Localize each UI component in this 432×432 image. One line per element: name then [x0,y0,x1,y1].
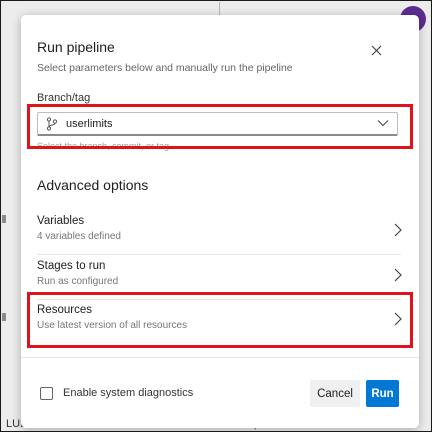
variables-label: Variables [37,215,85,227]
variables-option[interactable]: Variables 4 variables defined [21,211,419,257]
chevron-right-icon [394,223,402,237]
cancel-button[interactable]: Cancel [310,380,360,407]
background-tick [2,215,6,223]
system-diagnostics-checkbox[interactable] [40,387,53,400]
resources-label: Resources [37,304,92,316]
option-divider [37,254,401,255]
branch-tag-label: Branch/tag [37,92,91,104]
dialog-title: Run pipeline [37,39,115,55]
close-button[interactable] [365,39,387,61]
branch-select[interactable]: userlimits [37,112,398,136]
dialog-subtitle: Select parameters below and manually run… [37,62,293,74]
background-tick [2,313,6,321]
resources-description: Use latest version of all resources [37,320,188,331]
stages-to-run-label: Stages to run [37,260,106,272]
screen: LUD4 16. Apr 14 Run pipeline Select para… [0,0,432,432]
run-button[interactable]: Run [366,380,399,407]
resources-option[interactable]: Resources Use latest version of all reso… [21,300,419,346]
stages-to-run-description: Run as configured [37,276,119,287]
system-diagnostics-label: Enable system diagnostics [63,387,194,399]
chevron-right-icon [394,268,402,282]
run-pipeline-dialog: Run pipeline Select parameters below and… [21,15,419,428]
stages-to-run-option[interactable]: Stages to run Run as configured [21,256,419,302]
branch-select-value: userlimits [66,118,113,130]
git-branch-icon [46,117,58,131]
chevron-right-icon [394,312,402,326]
chevron-down-icon [377,120,389,127]
footer-divider [21,357,419,358]
advanced-options-heading: Advanced options [37,177,149,193]
variables-description: 4 variables defined [37,231,121,242]
close-icon [371,45,381,55]
background-divider [219,2,220,16]
branch-helper-text: Select the branch, commit, or tag [37,141,170,151]
